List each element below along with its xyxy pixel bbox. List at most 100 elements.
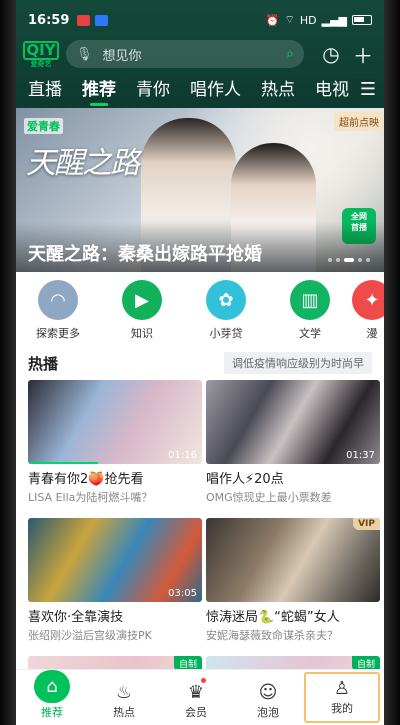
banner-dot-active [344, 258, 354, 262]
vip-badge: VIP [353, 518, 380, 530]
video-thumbnail: VIP [206, 518, 380, 602]
banner-pagination [328, 258, 370, 262]
video-thumbnail: 01:37 [206, 380, 380, 464]
banner-brand-tag: 爱青春 [24, 118, 63, 134]
microphone-icon[interactable]: 🎙 [76, 47, 93, 62]
tab-songwriter[interactable]: 唱作人 [190, 75, 241, 108]
notification-icon-blue [95, 14, 109, 26]
sprout-icon: ✿ [206, 280, 246, 320]
banner-dot [366, 258, 370, 262]
video-card[interactable]: 01:37 唱作人⚡20点 OMG惊现史上最小票数差 [206, 380, 380, 505]
nav-recommend[interactable]: ⌂ 推荐 [16, 670, 88, 725]
book-icon: ▥ [290, 280, 330, 320]
banner-dot [358, 258, 362, 262]
video-title: 青春有你2🍑抢先看 [28, 472, 144, 487]
category-label: 探索更多 [36, 327, 80, 340]
section-title: 热播 [28, 354, 59, 373]
tab-recommend[interactable]: 推荐 [82, 75, 116, 108]
category-comic[interactable]: ✦ 漫 [352, 280, 384, 342]
notification-icon-red [77, 14, 91, 26]
hot-section: 热播 调低疫情响应级别为时尚早 01:16 青春有你2🍑抢先看 LISA Ell… [16, 342, 384, 725]
nav-label: 会员 [185, 706, 207, 719]
nav-label: 推荐 [41, 706, 63, 719]
history-clock-icon[interactable]: ◷ [318, 41, 344, 67]
premiere-line-1: 全网 [351, 212, 367, 221]
app-screen: 16:59 ⏰ ⌔ HD ▂▄▆ QIY 爱奇艺 🎙 想见你 ⌕ ◷ ＋ 直播 … [16, 0, 384, 725]
alarm-icon: ⏰ [265, 13, 280, 27]
status-time: 16:59 [28, 12, 70, 28]
category-shortcuts: ◠ 探索更多 ▶ 知识 ✿ 小芽贷 ▥ 文学 ✦ 漫 [16, 272, 384, 342]
search-icon[interactable]: ⌕ [286, 46, 294, 62]
video-title: 惊涛迷局🐍“蛇蝎”女人 [206, 610, 340, 625]
video-duration: 01:37 [346, 450, 375, 461]
tab-youth[interactable]: 青你 [136, 75, 170, 108]
video-thumbnail: 03:05 [28, 518, 202, 602]
nav-label: 我的 [331, 702, 353, 715]
banner-corner-badge: 超前点映 [334, 112, 384, 131]
video-duration: 01:16 [168, 450, 197, 461]
banner-dot [336, 258, 340, 262]
flame-icon: ♨ [115, 682, 133, 703]
add-plus-icon[interactable]: ＋ [350, 41, 376, 68]
search-row: QIY 爱奇艺 🎙 想见你 ⌕ ◷ ＋ [16, 40, 384, 68]
video-thumbnail: 01:16 [28, 380, 202, 464]
logo-sub: 爱奇艺 [30, 59, 52, 68]
device-bezel-left [0, 0, 16, 725]
hd-label: HD [299, 13, 317, 27]
video-title: 喜欢你·全靠演技 [28, 610, 124, 625]
banner-calligraphy: 天醒之路 [26, 146, 140, 181]
video-title: 唱作人⚡20点 [206, 472, 284, 487]
hot-header: 热播 调低疫情响应级别为时尚早 [16, 346, 384, 380]
iqiyi-logo[interactable]: QIY 爱奇艺 [23, 40, 59, 68]
tab-hot[interactable]: 热点 [261, 75, 295, 108]
user-icon: ♙ [333, 678, 351, 699]
hot-search-tag[interactable]: 调低疫情响应级别为时尚早 [224, 352, 372, 374]
bottom-nav: ⌂ 推荐 ♨ 热点 ♛ 会员 ☺ 泡泡 ♙ 我的 [16, 669, 384, 725]
video-duration: 03:05 [168, 588, 197, 599]
wifi-icon: ⌔ [284, 13, 295, 26]
signal-icon: ▂▄▆ [321, 13, 347, 27]
tab-tv[interactable]: 电视 [315, 75, 349, 108]
video-subtitle: LISA Ella为陆柯燃斗嘴？ [28, 491, 153, 504]
category-label: 漫 [366, 327, 378, 340]
notification-dot [201, 678, 206, 683]
nav-bubble[interactable]: ☺ 泡泡 [232, 670, 304, 725]
category-label: 小芽贷 [209, 327, 243, 340]
category-literature[interactable]: ▥ 文学 [268, 280, 352, 342]
menu-icon[interactable]: ☰ [351, 79, 376, 100]
status-right: ⏰ ⌔ HD ▂▄▆ [266, 13, 372, 27]
tab-live[interactable]: 直播 [28, 75, 62, 108]
video-subtitle: OMG惊现史上最小票数差 [206, 491, 332, 504]
channel-tabs: 直播 推荐 青你 唱作人 热点 电视 ☰ [16, 68, 384, 108]
top-header: 16:59 ⏰ ⌔ HD ▂▄▆ QIY 爱奇艺 🎙 想见你 ⌕ ◷ ＋ 直播 … [16, 0, 384, 108]
video-card[interactable]: VIP 惊涛迷局🐍“蛇蝎”女人 安妮海瑟薇致命谋杀亲夫？ [206, 518, 380, 643]
comic-icon: ✦ [352, 280, 384, 320]
crown-icon: ♛ [187, 682, 205, 703]
logo-main: QIY [23, 40, 59, 60]
search-placeholder: 想见你 [102, 48, 142, 64]
watch-progress [28, 462, 98, 464]
category-label: 文学 [299, 327, 321, 340]
search-input[interactable]: 🎙 想见你 ⌕ [66, 40, 304, 68]
status-bar: 16:59 ⏰ ⌔ HD ▂▄▆ [16, 0, 384, 40]
video-card[interactable]: 01:16 青春有你2🍑抢先看 LISA Ella为陆柯燃斗嘴？ [28, 380, 202, 505]
category-explore[interactable]: ◠ 探索更多 [16, 280, 100, 342]
category-knowledge[interactable]: ▶ 知识 [100, 280, 184, 342]
category-sprout-loan[interactable]: ✿ 小芽贷 [184, 280, 268, 342]
battery-icon [352, 15, 372, 25]
hero-banner[interactable]: 爱青春 天醒之路 超前点映 全网 首播 天醒之路：秦桑出嫁路平抢婚 [16, 108, 384, 272]
nav-hot[interactable]: ♨ 热点 [88, 670, 160, 725]
video-card[interactable]: 03:05 喜欢你·全靠演技 张绍刚沙溢后宫级演技PK [28, 518, 202, 643]
knowledge-icon: ▶ [122, 280, 162, 320]
nav-label: 泡泡 [257, 706, 279, 719]
device-bezel-right [384, 0, 400, 725]
home-icon: ⌂ [34, 670, 70, 703]
nav-label: 热点 [113, 706, 135, 719]
explore-icon: ◠ [38, 280, 78, 320]
nav-vip[interactable]: ♛ 会员 [160, 670, 232, 725]
banner-title: 天醒之路：秦桑出嫁路平抢婚 [16, 222, 384, 272]
category-label: 知识 [131, 327, 153, 340]
video-subtitle: 安妮海瑟薇致命谋杀亲夫？ [206, 629, 338, 642]
video-subtitle: 张绍刚沙溢后宫级演技PK [28, 629, 152, 642]
nav-mine[interactable]: ♙ 我的 [304, 672, 380, 723]
